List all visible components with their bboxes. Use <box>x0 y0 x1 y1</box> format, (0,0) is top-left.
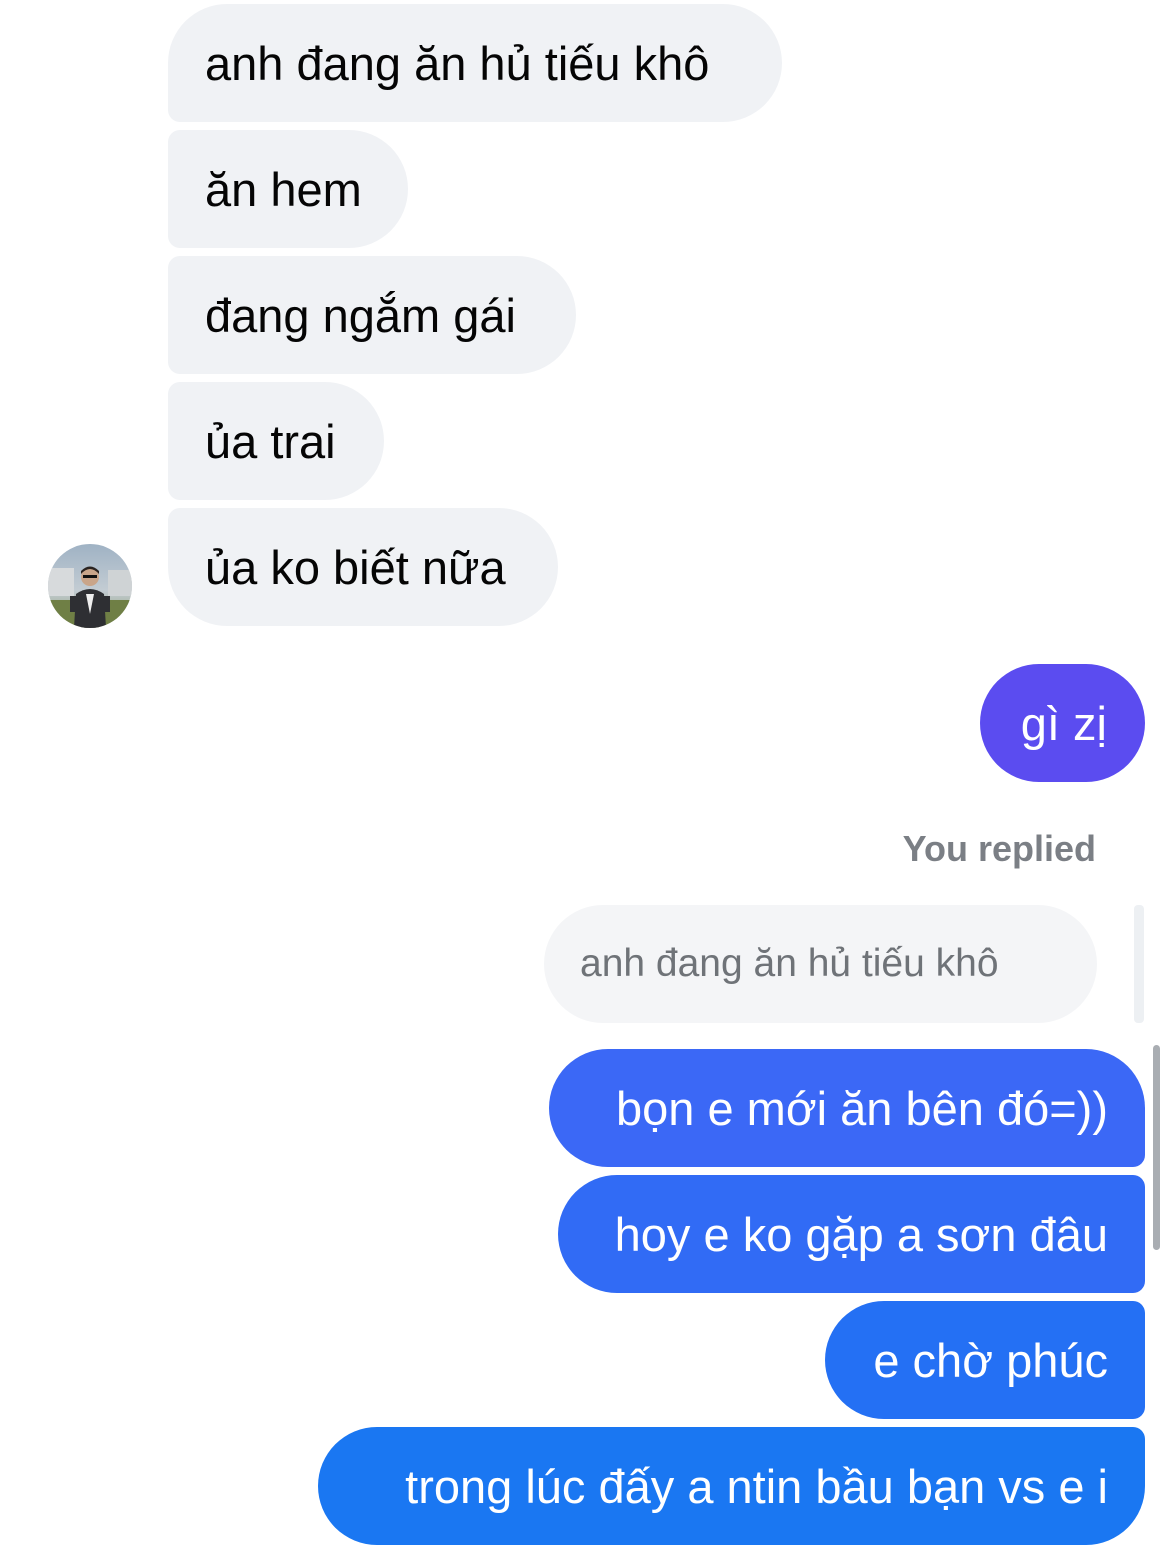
message-text: ăn hem <box>205 162 362 216</box>
scrollbar-thumb[interactable] <box>1153 1045 1160 1250</box>
quoted-message-text: anh đang ăn hủ tiếu khô <box>580 942 999 985</box>
avatar-photo <box>48 544 132 628</box>
message-text: e chờ phúc <box>873 1333 1108 1387</box>
you-replied-label: You replied <box>902 828 1096 869</box>
incoming-message-bubble[interactable]: đang ngắm gái <box>168 256 576 374</box>
outgoing-message-bubble[interactable]: bọn e mới ăn bên đó=)) <box>549 1049 1145 1167</box>
message-text: ủa trai <box>205 414 336 468</box>
incoming-message-bubble[interactable]: ăn hem <box>168 130 408 248</box>
message-text: anh đang ăn hủ tiếu khô <box>205 36 710 90</box>
message-text: trong lúc đấy a ntin bầu bạn vs e i <box>405 1459 1108 1513</box>
outgoing-message-bubble[interactable]: hoy e ko gặp a sơn đâu <box>558 1175 1145 1293</box>
message-text: hoy e ko gặp a sơn đâu <box>614 1207 1108 1261</box>
quoted-message[interactable]: anh đang ăn hủ tiếu khô <box>544 905 1097 1023</box>
message-text: gì zị <box>1020 696 1107 750</box>
outgoing-message-bubble[interactable]: e chờ phúc <box>825 1301 1145 1419</box>
message-text: bọn e mới ăn bên đó=)) <box>616 1081 1108 1135</box>
message-text: ủa ko biết nữa <box>205 540 506 594</box>
outgoing-message-bubble[interactable]: gì zị <box>980 664 1145 782</box>
user-avatar-icon[interactable] <box>48 544 132 628</box>
incoming-message-bubble[interactable]: ủa trai <box>168 382 384 500</box>
message-text: đang ngắm gái <box>205 288 516 342</box>
incoming-message-bubble[interactable]: anh đang ăn hủ tiếu khô <box>168 4 782 122</box>
reply-quote-bar <box>1134 905 1144 1023</box>
incoming-message-bubble[interactable]: ủa ko biết nữa <box>168 508 558 626</box>
outgoing-message-bubble[interactable]: trong lúc đấy a ntin bầu bạn vs e i <box>318 1427 1145 1545</box>
